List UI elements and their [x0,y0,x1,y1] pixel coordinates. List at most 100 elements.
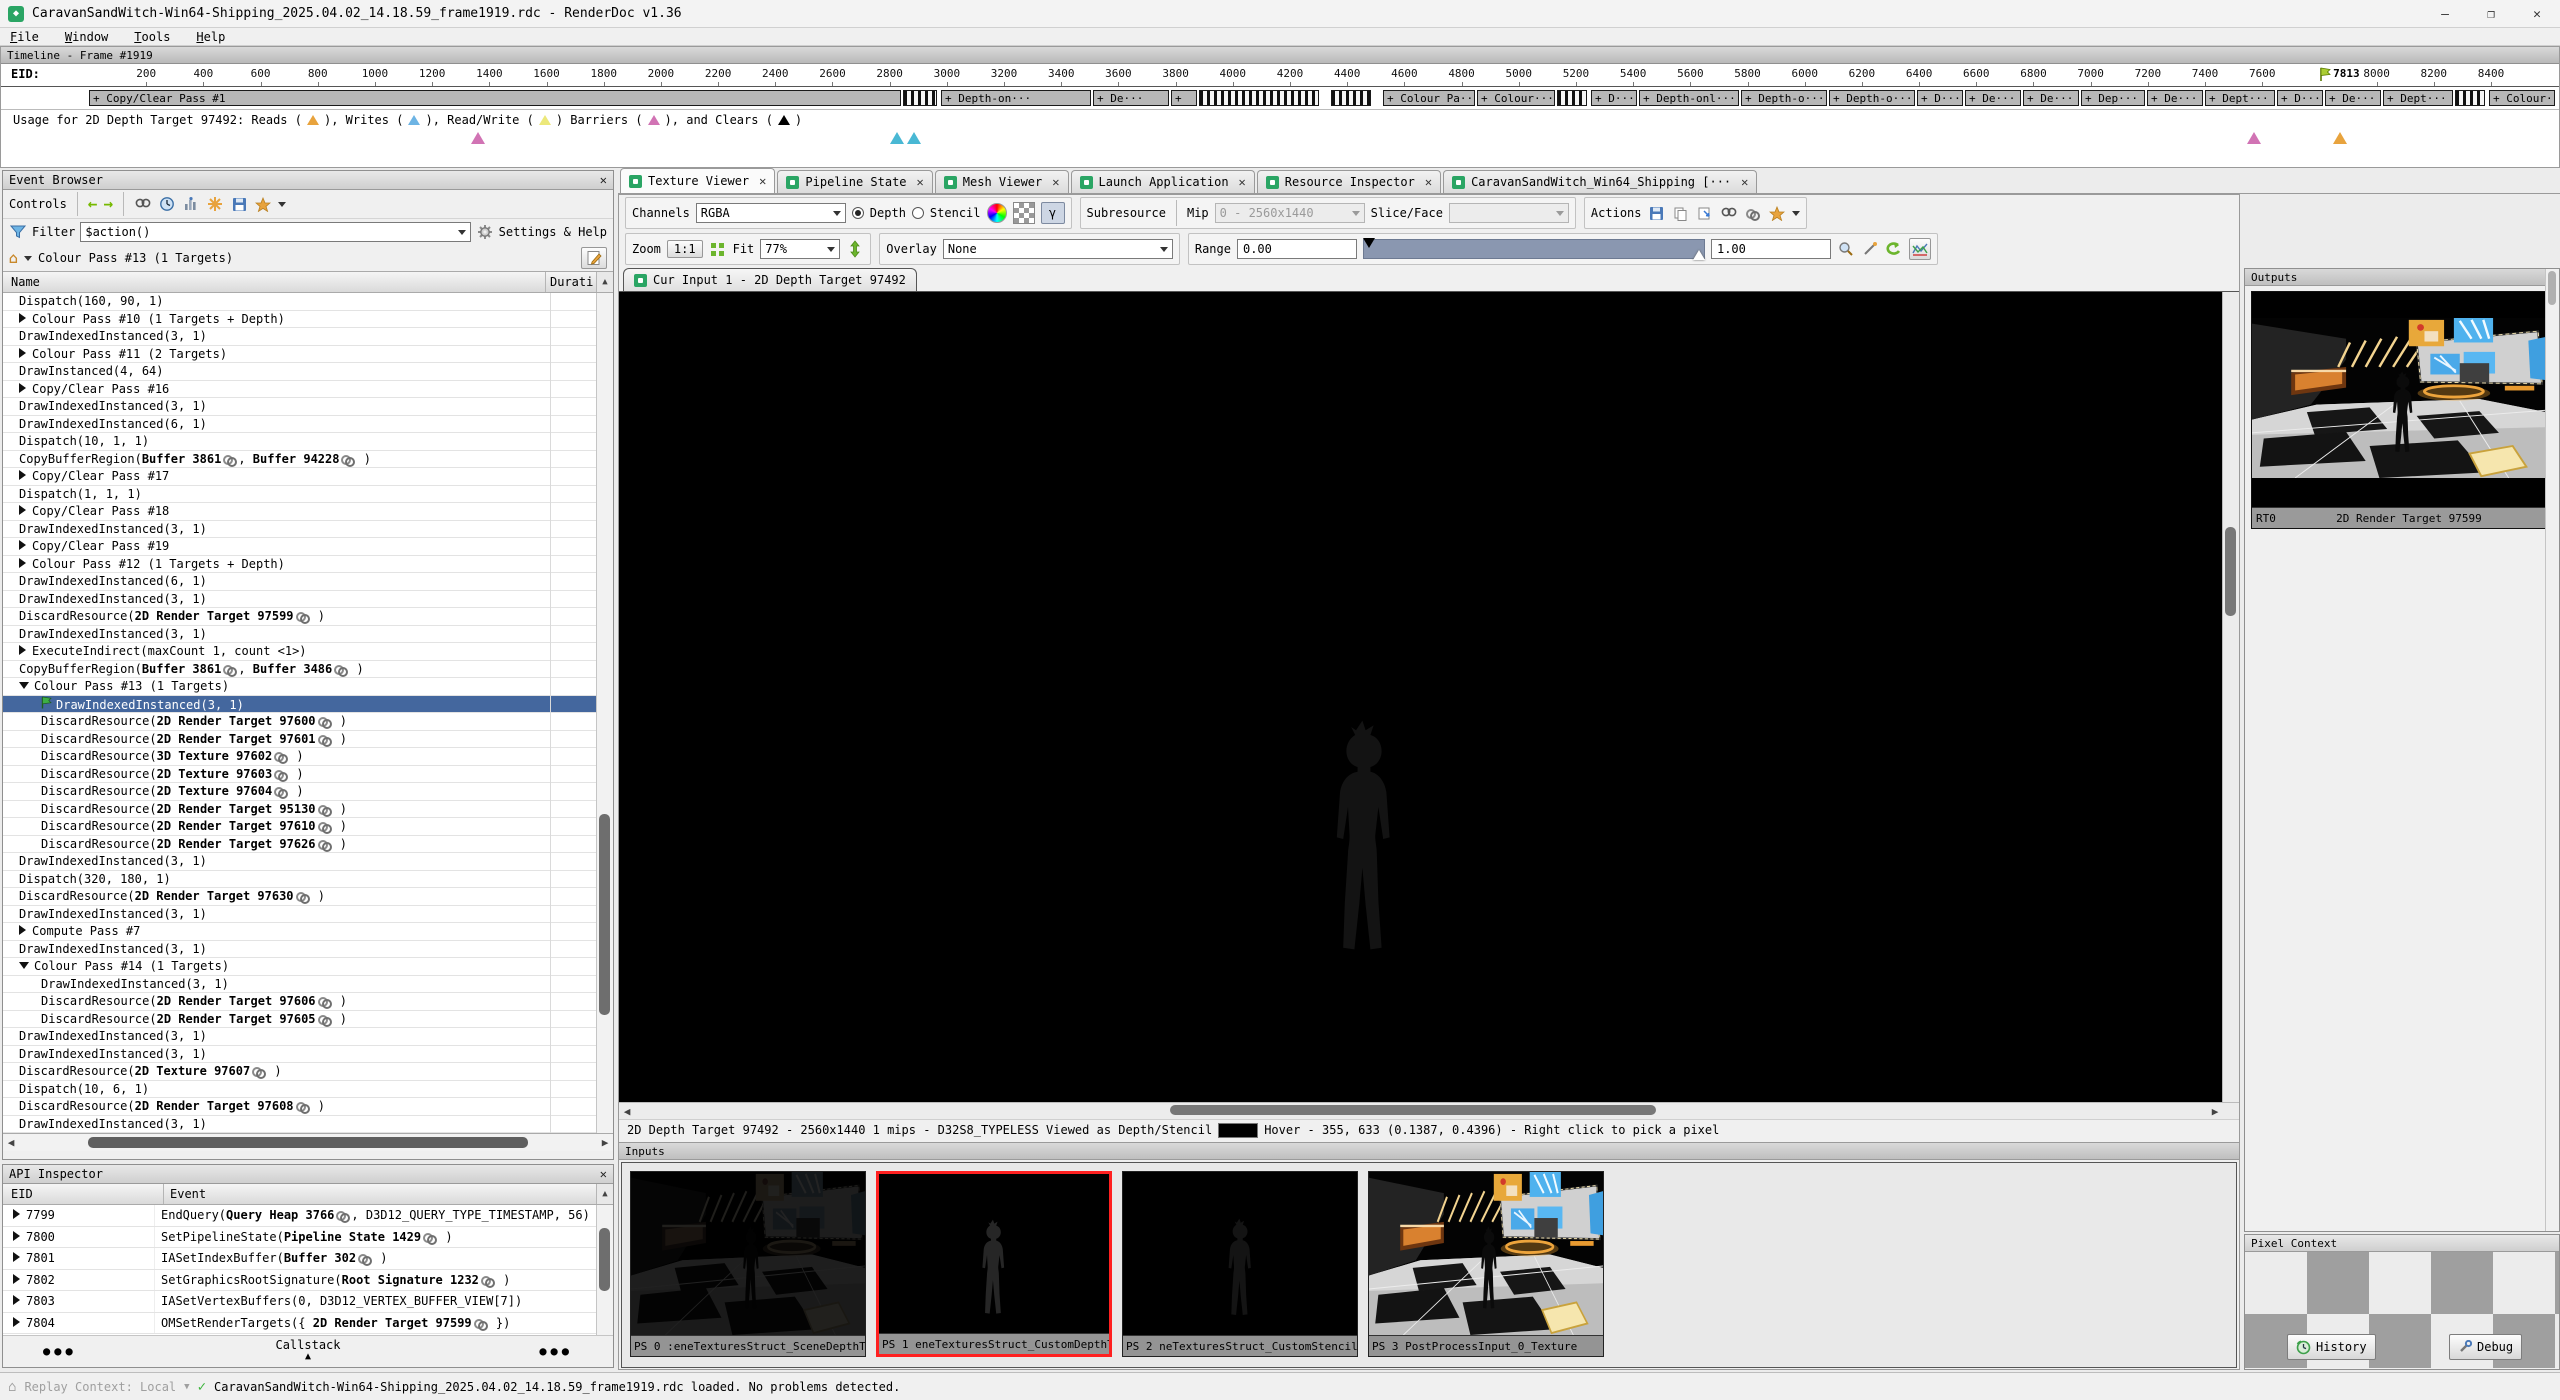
pass-segment[interactable]: + Colour Pa··· [1383,90,1475,106]
scroll-up-icon[interactable]: ▲ [596,1184,613,1204]
range-slider[interactable] [1363,239,1705,259]
event-row[interactable]: DrawIndexedInstanced(3, 1) [3,853,613,871]
event-row[interactable]: DiscardResource(2D Render Target 97608 ) [3,1098,613,1116]
pass-segment[interactable]: + Copy/Clear Pass #1 [89,90,901,106]
expand-icon[interactable] [13,1252,20,1262]
event-row[interactable]: Compute Pass #7 [3,923,613,941]
timeline-passes[interactable]: + Copy/Clear Pass #1+ Depth-on···+ De···… [1,89,2559,110]
chevron-down-icon[interactable] [278,202,286,207]
pass-segment[interactable]: + De··· [2023,90,2079,106]
pass-segment[interactable]: + Dept··· [2205,90,2275,106]
api-call-row[interactable]: 7801IASetIndexBuffer(Buffer 302 ) [3,1248,613,1270]
expand-icon[interactable] [13,1295,20,1305]
event-row[interactable]: DrawIndexedInstanced(3, 1) [3,591,613,609]
expand-icon[interactable] [19,925,26,935]
pass-tick-cluster[interactable] [1331,90,1371,106]
link-icon[interactable] [1744,204,1762,222]
open-resource-icon[interactable] [1696,204,1714,222]
pass-tick-cluster[interactable] [1557,90,1587,106]
pass-segment[interactable]: + De··· [1965,90,2021,106]
api-call-row[interactable]: 7802SetGraphicsRootSignature(Root Signat… [3,1270,613,1292]
pass-segment[interactable]: + De··· [2147,90,2203,106]
column-event[interactable]: Event [164,1184,596,1204]
maximize-button[interactable]: ❐ [2468,0,2514,28]
input-thumbnail[interactable]: PS 3 PostProcessInput_0_Texture [1368,1171,1604,1357]
event-row[interactable]: Copy/Clear Pass #17 [3,468,613,486]
close-icon[interactable]: ✕ [1239,175,1246,189]
tab-caravansandwitch-win64-shipping[interactable]: CaravanSandWitch_Win64_Shipping [···✕ [1443,170,1757,193]
histogram-icon[interactable] [1909,238,1931,260]
expand-icon[interactable] [13,1274,20,1284]
event-row[interactable]: DiscardResource(2D Render Target 97605 ) [3,1011,613,1029]
tab-mesh-viewer[interactable]: Mesh Viewer✕ [935,170,1069,193]
pass-segment[interactable]: + De··· [2325,90,2381,106]
slice-face-select[interactable] [1449,203,1569,223]
event-row[interactable]: DiscardResource(2D Render Target 95130 ) [3,801,613,819]
event-row[interactable]: DiscardResource(2D Render Target 97599 ) [3,608,613,626]
texture-view-vscrollbar[interactable] [2222,292,2239,1102]
checkerboard-background-button[interactable] [1013,202,1035,224]
chevron-down-icon[interactable] [1792,211,1800,216]
expand-icon[interactable] [19,558,26,568]
prev-event-icon[interactable]: ← [88,196,98,212]
event-row[interactable]: DrawIndexedInstanced(3, 1) [3,328,613,346]
event-row[interactable]: Copy/Clear Pass #19 [3,538,613,556]
usage-marker-icon[interactable] [890,132,904,144]
expand-icon[interactable] [19,470,26,480]
event-row[interactable]: DrawIndexedInstanced(3, 1) [3,1046,613,1064]
current-texture-tab[interactable]: Cur Input 1 - 2D Depth Target 97492 [623,268,917,291]
event-row[interactable]: Dispatch(320, 180, 1) [3,871,613,889]
pixel-context-view[interactable]: History Debug [2245,1252,2559,1368]
event-row[interactable]: Dispatch(10, 6, 1) [3,1081,613,1099]
pass-tick-cluster[interactable] [903,90,937,106]
event-row[interactable]: DrawIndexedInstanced(3, 1) [3,1116,613,1134]
event-row[interactable]: DrawIndexedInstanced(3, 1) [3,521,613,539]
event-row[interactable]: DiscardResource(2D Render Target 97610 ) [3,818,613,836]
event-row[interactable]: DrawIndexedInstanced(3, 1) [3,906,613,924]
close-icon[interactable]: ✕ [917,175,924,189]
menu-tools[interactable]: Tools [134,30,170,44]
pass-segment[interactable]: + D··· [1591,90,1637,106]
column-name[interactable]: Name [3,272,546,292]
api-call-row[interactable]: 7804OMSetRenderTargets({ 2D Render Targe… [3,1313,613,1335]
collapse-icon[interactable] [19,682,29,689]
event-row[interactable]: Colour Pass #12 (1 Targets + Depth) [3,556,613,574]
expand-icon[interactable] [19,540,26,550]
event-row[interactable]: DrawIndexedInstanced(6, 1) [3,573,613,591]
event-row[interactable]: Dispatch(10, 1, 1) [3,433,613,451]
gamma-button[interactable]: γ [1041,202,1065,224]
timeline-ruler[interactable]: EID: 20040060080010001200140016001800200… [1,64,2559,87]
api-call-row[interactable]: 7799EndQuery(Query Heap 3766, D3D12_QUER… [3,1205,613,1227]
gear-icon[interactable] [476,223,494,241]
settings-help-link[interactable]: Settings & Help [499,225,607,239]
close-icon[interactable]: ✕ [600,173,607,187]
menu-help[interactable]: Help [196,30,225,44]
scroll-left-icon[interactable]: ◀ [619,1105,635,1118]
input-thumbnail[interactable]: PS 1 eneTexturesStruct_CustomDepthTextu [876,1171,1112,1357]
pass-segment[interactable]: + Depth-o··· [1741,90,1827,106]
event-row[interactable]: Dispatch(1, 1, 1) [3,486,613,504]
scrollbar-thumb[interactable] [2225,527,2236,616]
mip-select[interactable]: 0 - 2560x1440 [1215,203,1365,223]
expand-icon[interactable] [13,1209,20,1219]
scrollbar-thumb[interactable] [599,814,610,1016]
texture-view[interactable] [619,291,2239,1102]
event-row[interactable]: Copy/Clear Pass #16 [3,381,613,399]
scroll-left-icon[interactable]: ◀ [3,1136,19,1149]
expand-icon[interactable] [19,383,26,393]
event-row[interactable]: Colour Pass #10 (1 Targets + Depth) [3,311,613,329]
breadcrumb[interactable]: Colour Pass #13 (1 Targets) [38,251,233,265]
chevron-down-icon[interactable] [24,256,32,261]
event-row[interactable]: DrawIndexedInstanced(3, 1) [3,941,613,959]
event-row[interactable]: DiscardResource(2D Render Target 97606 ) [3,993,613,1011]
scroll-right-icon[interactable]: ▶ [597,1136,613,1149]
pass-segment[interactable]: + Depth-o··· [1829,90,1915,106]
api-call-row[interactable]: 7803IASetVertexBuffers(0, D3D12_VERTEX_B… [3,1291,613,1313]
zoom-range-icon[interactable] [1837,240,1855,258]
flip-y-icon[interactable] [846,240,864,258]
close-icon[interactable]: ✕ [600,1167,607,1181]
pass-segment[interactable]: + Colour··· [1477,90,1555,106]
tab-texture-viewer[interactable]: Texture Viewer✕ [620,168,775,193]
column-eid[interactable]: EID [3,1184,164,1204]
bookmark-icon[interactable] [254,195,272,213]
